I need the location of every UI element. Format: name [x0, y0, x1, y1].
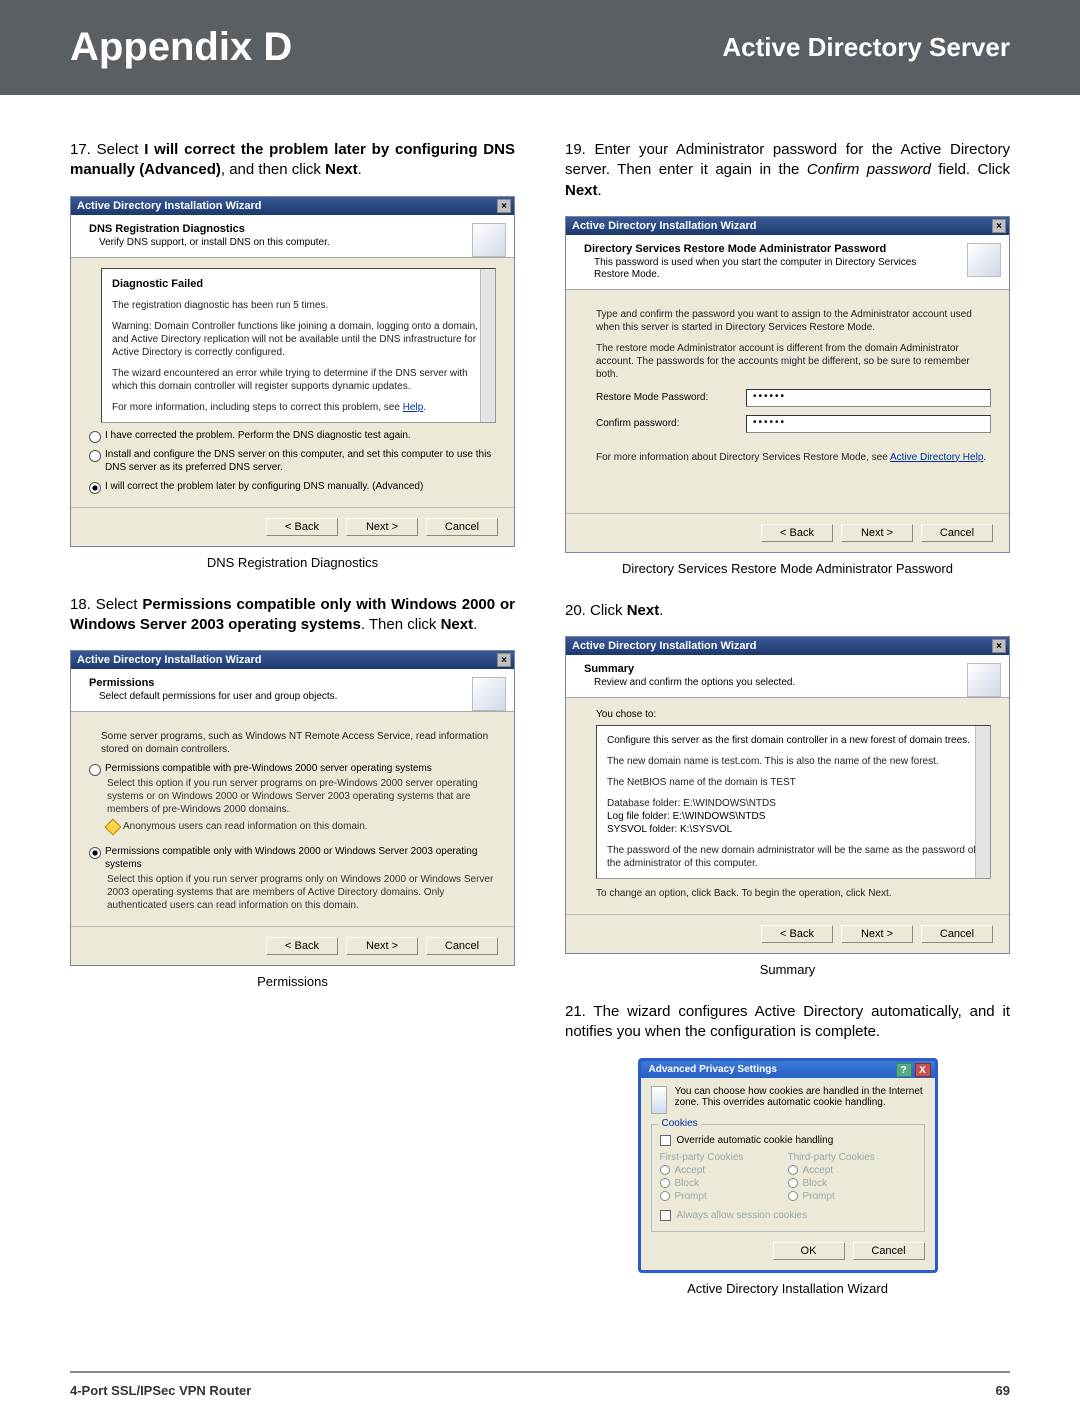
summary-panel: Configure this server as the first domai… [596, 725, 991, 879]
wizard-icon [967, 663, 1001, 697]
cookies-group-label: Cookies [658, 1118, 702, 1129]
cancel-button[interactable]: Cancel [853, 1242, 925, 1260]
wizard-heading: DNS Registration Diagnostics [89, 223, 459, 235]
advanced-privacy-dialog: Advanced Privacy Settings ? X You can ch… [638, 1058, 938, 1273]
step-20: 20. Click Next. [565, 601, 1010, 621]
window-titlebar: Active Directory Installation Wizard × [566, 637, 1009, 655]
step-19: 19. Enter your Administrator password fo… [565, 140, 1010, 201]
checkbox-icon [660, 1210, 671, 1221]
page-footer: 4-Port SSL/IPSec VPN Router 69 [70, 1371, 1010, 1428]
close-icon[interactable]: × [992, 219, 1006, 233]
wizard-heading: Permissions [89, 677, 459, 689]
session-cookies-checkbox[interactable]: Always allow session cookies [660, 1210, 916, 1221]
third-accept-radio[interactable]: Accept [788, 1165, 916, 1176]
override-checkbox[interactable]: Override automatic cookie handling [660, 1135, 916, 1146]
wizard-subheading: Select default permissions for user and … [99, 691, 459, 703]
step-21: 21. The wizard configures Active Directo… [565, 1002, 1010, 1043]
figure-caption: Directory Services Restore Mode Administ… [565, 561, 1010, 576]
cancel-button[interactable]: Cancel [426, 937, 498, 955]
figure-caption: DNS Registration Diagnostics [70, 555, 515, 570]
wizard-heading: Directory Services Restore Mode Administ… [584, 243, 954, 255]
close-icon[interactable]: X [915, 1063, 931, 1077]
figure-caption: Active Directory Installation Wizard [565, 1281, 1010, 1296]
next-button[interactable]: Next > [841, 925, 913, 943]
checkbox-icon [660, 1135, 671, 1146]
header-subtitle: Active Directory Server [722, 32, 1010, 63]
dns-diagnostics-wizard: Active Directory Installation Wizard × D… [70, 196, 515, 547]
restore-password-input[interactable]: •••••• [746, 389, 991, 407]
figure-caption: Permissions [70, 974, 515, 989]
cancel-button[interactable]: Cancel [921, 524, 993, 542]
back-button[interactable]: < Back [761, 524, 833, 542]
help-link[interactable]: Help [403, 402, 424, 413]
wizard-icon [472, 677, 506, 711]
privacy-icon [651, 1086, 667, 1114]
third-prompt-radio[interactable]: Prompt [788, 1191, 916, 1202]
confirm-password-label: Confirm password: [596, 417, 746, 430]
restore-password-wizard: Active Directory Installation Wizard × D… [565, 216, 1010, 553]
first-block-radio[interactable]: Block [660, 1178, 788, 1189]
radio-prewin2000[interactable]: Permissions compatible with pre-Windows … [101, 762, 496, 775]
window-titlebar: Active Directory Installation Wizard × [71, 651, 514, 669]
first-accept-radio[interactable]: Accept [660, 1165, 788, 1176]
wizard-heading: Summary [584, 663, 954, 675]
page-header: Appendix D Active Directory Server [0, 0, 1080, 95]
close-icon[interactable]: × [992, 639, 1006, 653]
diagnostic-failed-title: Diagnostic Failed [112, 277, 485, 291]
radio-correct-later[interactable]: I will correct the problem later by conf… [101, 480, 496, 493]
anonymous-warning: Anonymous users can read information on … [107, 820, 496, 833]
warning-icon [105, 818, 122, 835]
cancel-button[interactable]: Cancel [426, 518, 498, 536]
close-icon[interactable]: × [497, 653, 511, 667]
ok-button[interactable]: OK [773, 1242, 845, 1260]
footer-product: 4-Port SSL/IPSec VPN Router [70, 1383, 251, 1398]
next-button[interactable]: Next > [346, 937, 418, 955]
back-button[interactable]: < Back [761, 925, 833, 943]
restore-password-label: Restore Mode Password: [596, 391, 746, 404]
back-button[interactable]: < Back [266, 518, 338, 536]
wizard-subheading: Verify DNS support, or install DNS on th… [99, 237, 459, 249]
window-titlebar: Active Directory Installation Wizard × [566, 217, 1009, 235]
window-titlebar: Advanced Privacy Settings ? X [641, 1061, 935, 1078]
third-block-radio[interactable]: Block [788, 1178, 916, 1189]
cancel-button[interactable]: Cancel [921, 925, 993, 943]
next-button[interactable]: Next > [346, 518, 418, 536]
wizard-icon [967, 243, 1001, 277]
wizard-subheading: This password is used when you start the… [594, 257, 954, 281]
step-17: 17. Select I will correct the problem la… [70, 140, 515, 181]
ad-help-link[interactable]: Active Directory Help [890, 452, 983, 463]
next-button[interactable]: Next > [841, 524, 913, 542]
window-titlebar: Active Directory Installation Wizard × [71, 197, 514, 215]
close-icon[interactable]: × [497, 199, 511, 213]
permissions-wizard: Active Directory Installation Wizard × P… [70, 650, 515, 966]
radio-corrected[interactable]: I have corrected the problem. Perform th… [101, 429, 496, 442]
first-prompt-radio[interactable]: Prompt [660, 1191, 788, 1202]
step-18: 18. Select Permissions compatible only w… [70, 595, 515, 636]
confirm-password-input[interactable]: •••••• [746, 415, 991, 433]
help-icon[interactable]: ? [896, 1063, 912, 1077]
wizard-icon [472, 223, 506, 257]
figure-caption: Summary [565, 962, 1010, 977]
header-title: Appendix D [70, 25, 292, 70]
radio-win2000-2003[interactable]: Permissions compatible only with Windows… [101, 845, 496, 871]
footer-page-number: 69 [996, 1383, 1010, 1398]
radio-install-dns[interactable]: Install and configure the DNS server on … [101, 448, 496, 474]
wizard-subheading: Review and confirm the options you selec… [594, 677, 954, 689]
diagnostic-panel: Diagnostic Failed The registration diagn… [101, 268, 496, 423]
back-button[interactable]: < Back [266, 937, 338, 955]
summary-wizard: Active Directory Installation Wizard × S… [565, 636, 1010, 954]
